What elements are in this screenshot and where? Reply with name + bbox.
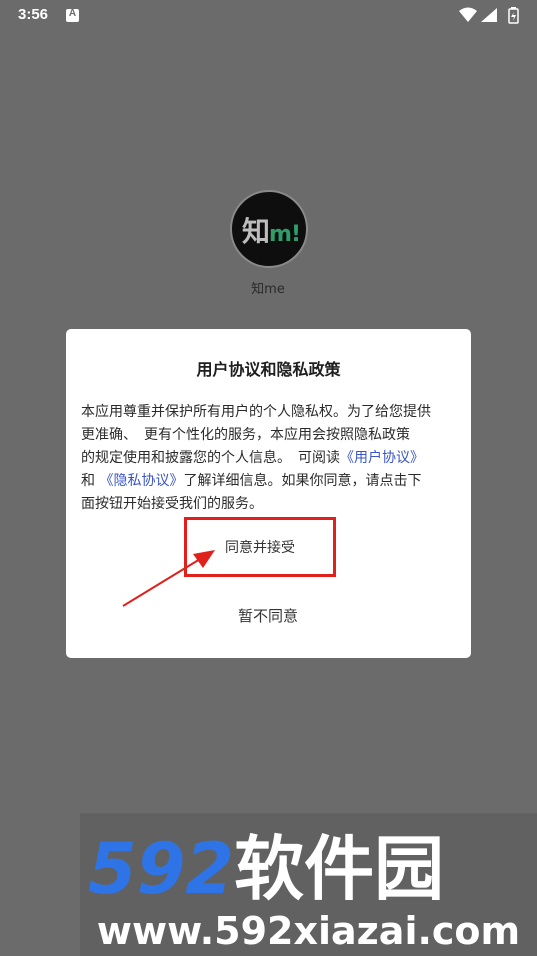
status-time: 3:56 [18,6,49,23]
dialog-body-line-5: 面按钮开始接受我们的服务。 [81,496,263,512]
wifi-icon [459,7,477,22]
app-logo-text: 知m! [236,210,306,250]
dialog-body-line-3-text: 的规定使用和披露您的个人信息。 可阅读 [81,450,340,466]
dialog-body-line-2: 更准确、 更有个性化的服务，本应用会按照隐私政策 [81,427,410,443]
notification-icon: A [66,8,79,22]
app-logo: 知m! [230,190,308,268]
user-agreement-link[interactable]: 《用户协议》 [340,450,424,466]
privacy-agreement-link[interactable]: 《隐私协议》 [99,473,183,489]
status-bar: 3:56 A [0,0,537,32]
app-name: 知me [251,282,285,297]
watermark-logo: 592软件园 [88,828,444,907]
dialog-body-line-4-text: 了解详细信息。如果你同意，请点击下 [183,473,422,489]
battery-icon [508,7,519,24]
dialog-body: 本应用尊重并保护所有用户的个人隐私权。为了给您提供 更准确、 更有个性化的服务，… [81,401,461,516]
status-icons [459,7,519,24]
watermark: 592软件园 www.592xiazai.com [80,813,537,956]
notification-glyph: A [68,8,77,19]
dialog-body-line-1: 本应用尊重并保护所有用户的个人隐私权。为了给您提供 [81,404,431,420]
app-logo-me: m! [269,222,301,247]
annotation-arrow-icon [122,550,215,607]
dialog-body-line-3: 的规定使用和披露您的个人信息。 可阅读《用户协议》 [81,447,461,470]
signal-icon [481,8,497,22]
dialog-title: 用户协议和隐私政策 [196,360,341,379]
watermark-url: www.592xiazai.com [96,909,521,953]
dialog-body-line-4: 和 《隐私协议》了解详细信息。如果你同意，请点击下 [81,470,461,493]
dialog-body-and: 和 [81,473,95,489]
app-logo-zhi: 知 [242,215,270,248]
watermark-logo-text: 592软件园 [88,828,444,907]
